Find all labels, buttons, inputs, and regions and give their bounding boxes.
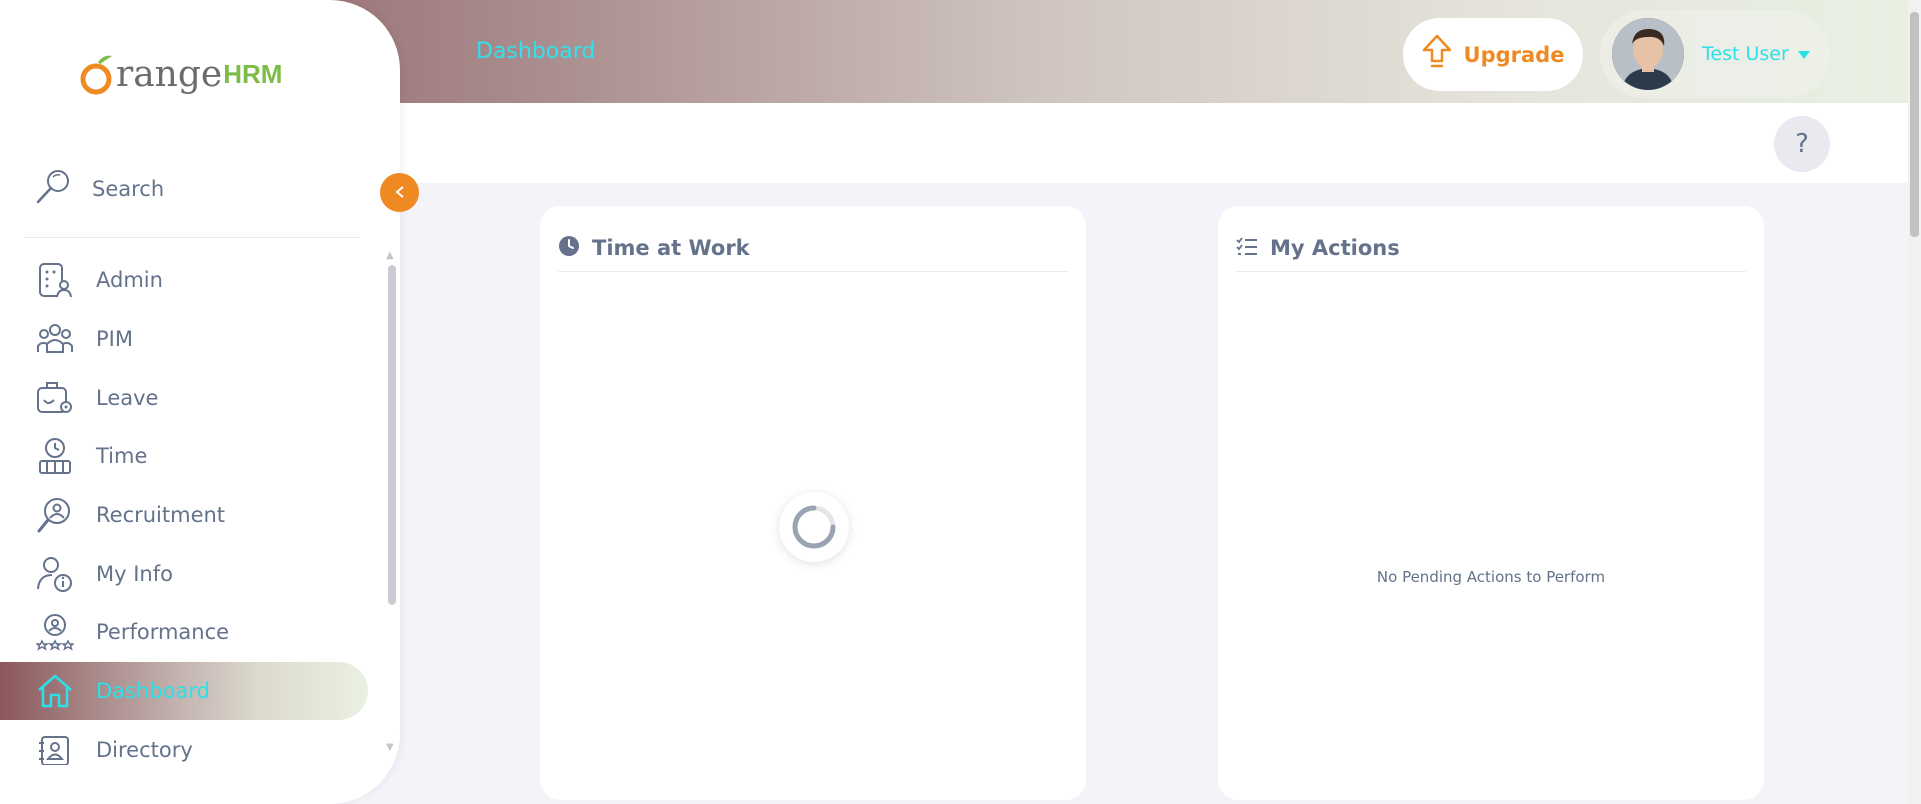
widget-title: My Actions bbox=[1270, 235, 1400, 260]
sidebar-item-label: Admin bbox=[96, 268, 163, 292]
sidebar-menu: Admin PIM Leave Time Recruitment My Info… bbox=[0, 245, 380, 765]
page-title: Dashboard bbox=[476, 39, 596, 64]
upgrade-label: Upgrade bbox=[1463, 42, 1565, 67]
sidebar: range HRM Search Admin PIM Leave Time Re… bbox=[0, 0, 400, 804]
pim-icon bbox=[36, 320, 74, 358]
admin-icon bbox=[36, 261, 74, 299]
sidebar-item-label: My Info bbox=[96, 562, 173, 586]
page-scroll-thumb[interactable] bbox=[1910, 12, 1919, 237]
loading-spinner bbox=[779, 492, 849, 562]
clock-icon bbox=[558, 235, 580, 261]
user-name: Test User bbox=[1702, 43, 1789, 65]
sidebar-collapse-button[interactable] bbox=[380, 173, 419, 212]
sidebar-item-label: Time bbox=[96, 444, 148, 468]
recruitment-icon bbox=[36, 496, 74, 534]
logo-text-main: range bbox=[116, 53, 223, 95]
time-icon bbox=[36, 437, 74, 475]
sidebar-item-admin[interactable]: Admin bbox=[0, 251, 368, 309]
caret-down-icon bbox=[1797, 43, 1811, 65]
widget-header: My Actions bbox=[1236, 224, 1746, 272]
widget-header: Time at Work bbox=[558, 224, 1068, 272]
sidebar-item-label: Directory bbox=[96, 738, 193, 762]
user-dropdown[interactable]: Test User bbox=[1600, 10, 1830, 98]
sidebar-item-recruitment[interactable]: Recruitment bbox=[0, 486, 368, 544]
scroll-down-arrow-icon[interactable]: ▼ bbox=[386, 742, 394, 753]
dashboard-icon bbox=[36, 672, 74, 710]
performance-icon bbox=[36, 613, 74, 651]
chevron-left-icon bbox=[394, 183, 405, 202]
directory-icon bbox=[36, 731, 74, 765]
my-actions-widget: My Actions No Pending Actions to Perform bbox=[1218, 206, 1764, 800]
empty-state-text: No Pending Actions to Perform bbox=[1376, 568, 1606, 586]
sidebar-item-directory[interactable]: Directory bbox=[0, 721, 368, 765]
search-icon bbox=[34, 168, 72, 210]
sidebar-item-label: Leave bbox=[96, 386, 159, 410]
sidebar-item-label: Dashboard bbox=[96, 679, 210, 703]
sidebar-item-leave[interactable]: Leave bbox=[0, 369, 368, 427]
sidebar-scroll-thumb[interactable] bbox=[388, 265, 396, 605]
checklist-icon bbox=[1236, 236, 1258, 260]
search-label: Search bbox=[92, 177, 165, 201]
my-info-icon bbox=[36, 555, 74, 593]
sidebar-item-time[interactable]: Time bbox=[0, 427, 368, 485]
logo-text-hrm: HRM bbox=[223, 58, 283, 89]
sidebar-search[interactable]: Search bbox=[34, 168, 164, 210]
avatar bbox=[1612, 18, 1684, 90]
orangehrm-logo: range HRM bbox=[78, 52, 282, 96]
sidebar-item-label: Performance bbox=[96, 620, 230, 644]
widget-title: Time at Work bbox=[592, 235, 750, 260]
help-button[interactable]: ? bbox=[1774, 116, 1830, 172]
orange-logo-icon bbox=[80, 55, 112, 95]
leave-icon bbox=[36, 379, 74, 417]
sidebar-item-label: PIM bbox=[96, 327, 133, 351]
sidebar-item-performance[interactable]: Performance bbox=[0, 603, 368, 661]
sidebar-item-pim[interactable]: PIM bbox=[0, 310, 368, 368]
upgrade-button[interactable]: Upgrade bbox=[1403, 18, 1583, 91]
sidebar-item-my-info[interactable]: My Info bbox=[0, 545, 368, 603]
upgrade-arrow-icon bbox=[1422, 34, 1452, 75]
sidebar-item-label: Recruitment bbox=[96, 503, 226, 527]
scroll-up-arrow-icon[interactable]: ▲ bbox=[386, 250, 394, 261]
search-divider bbox=[24, 237, 360, 238]
sidebar-item-dashboard[interactable]: Dashboard bbox=[0, 662, 368, 720]
